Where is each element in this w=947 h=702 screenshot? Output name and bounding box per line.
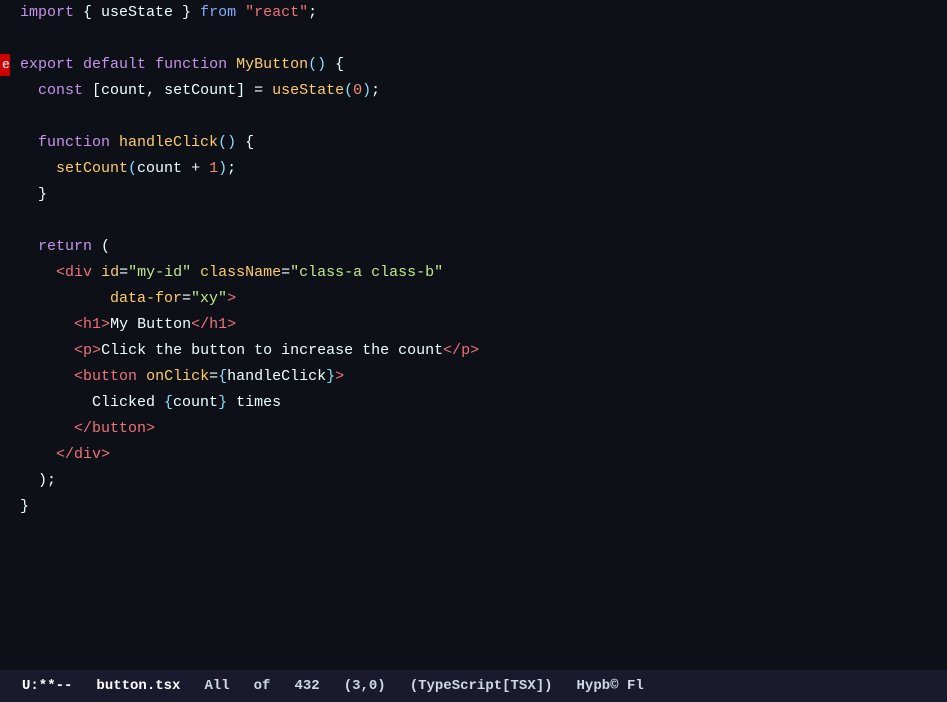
status-filetype: (TypeScript[TSX])	[398, 670, 565, 702]
code-line-1: import { useState } from "react";	[0, 0, 947, 26]
code-line-17: }	[0, 494, 947, 520]
code-line-5: setCount(count + 1);	[0, 156, 947, 182]
status-of: of	[242, 670, 283, 702]
empty-line-3	[0, 208, 947, 234]
code-line-11: <p>Click the button to increase the coun…	[0, 338, 947, 364]
code-line-6: }	[0, 182, 947, 208]
code-line-14: </button>	[0, 416, 947, 442]
status-filename: button.tsx	[84, 670, 192, 702]
status-extra: Hypb© Fl	[565, 670, 656, 702]
keyword-from: from	[200, 1, 236, 25]
empty-line-2	[0, 104, 947, 130]
code-line-13: Clicked {count} times	[0, 390, 947, 416]
editor-container: import { useState } from "react"; e expo…	[0, 0, 947, 702]
code-line-16: );	[0, 468, 947, 494]
status-position-label: All	[192, 670, 241, 702]
empty-line-1	[0, 26, 947, 52]
error-marker: e	[0, 54, 10, 76]
status-bar: U:**-- button.tsx All of 432 (3,0) (Type…	[0, 670, 947, 702]
code-area[interactable]: import { useState } from "react"; e expo…	[0, 0, 947, 670]
code-line-7: return (	[0, 234, 947, 260]
code-line-3: const [count, setCount] = useState(0);	[0, 78, 947, 104]
keyword-import: import	[20, 1, 74, 25]
status-cursor: (3,0)	[332, 670, 398, 702]
code-line-8: <div id="my-id" className="class-a class…	[0, 260, 947, 286]
code-line-15: </div>	[0, 442, 947, 468]
code-line-9: data-for="xy">	[0, 286, 947, 312]
code-line-4: function handleClick() {	[0, 130, 947, 156]
code-line-2: e export default function MyButton() {	[0, 52, 947, 78]
code-line-10: <h1>My Button</h1>	[0, 312, 947, 338]
status-total-lines: 432	[282, 670, 331, 702]
code-line-12: <button onClick={handleClick}>	[0, 364, 947, 390]
status-mode: U:**--	[10, 670, 84, 702]
